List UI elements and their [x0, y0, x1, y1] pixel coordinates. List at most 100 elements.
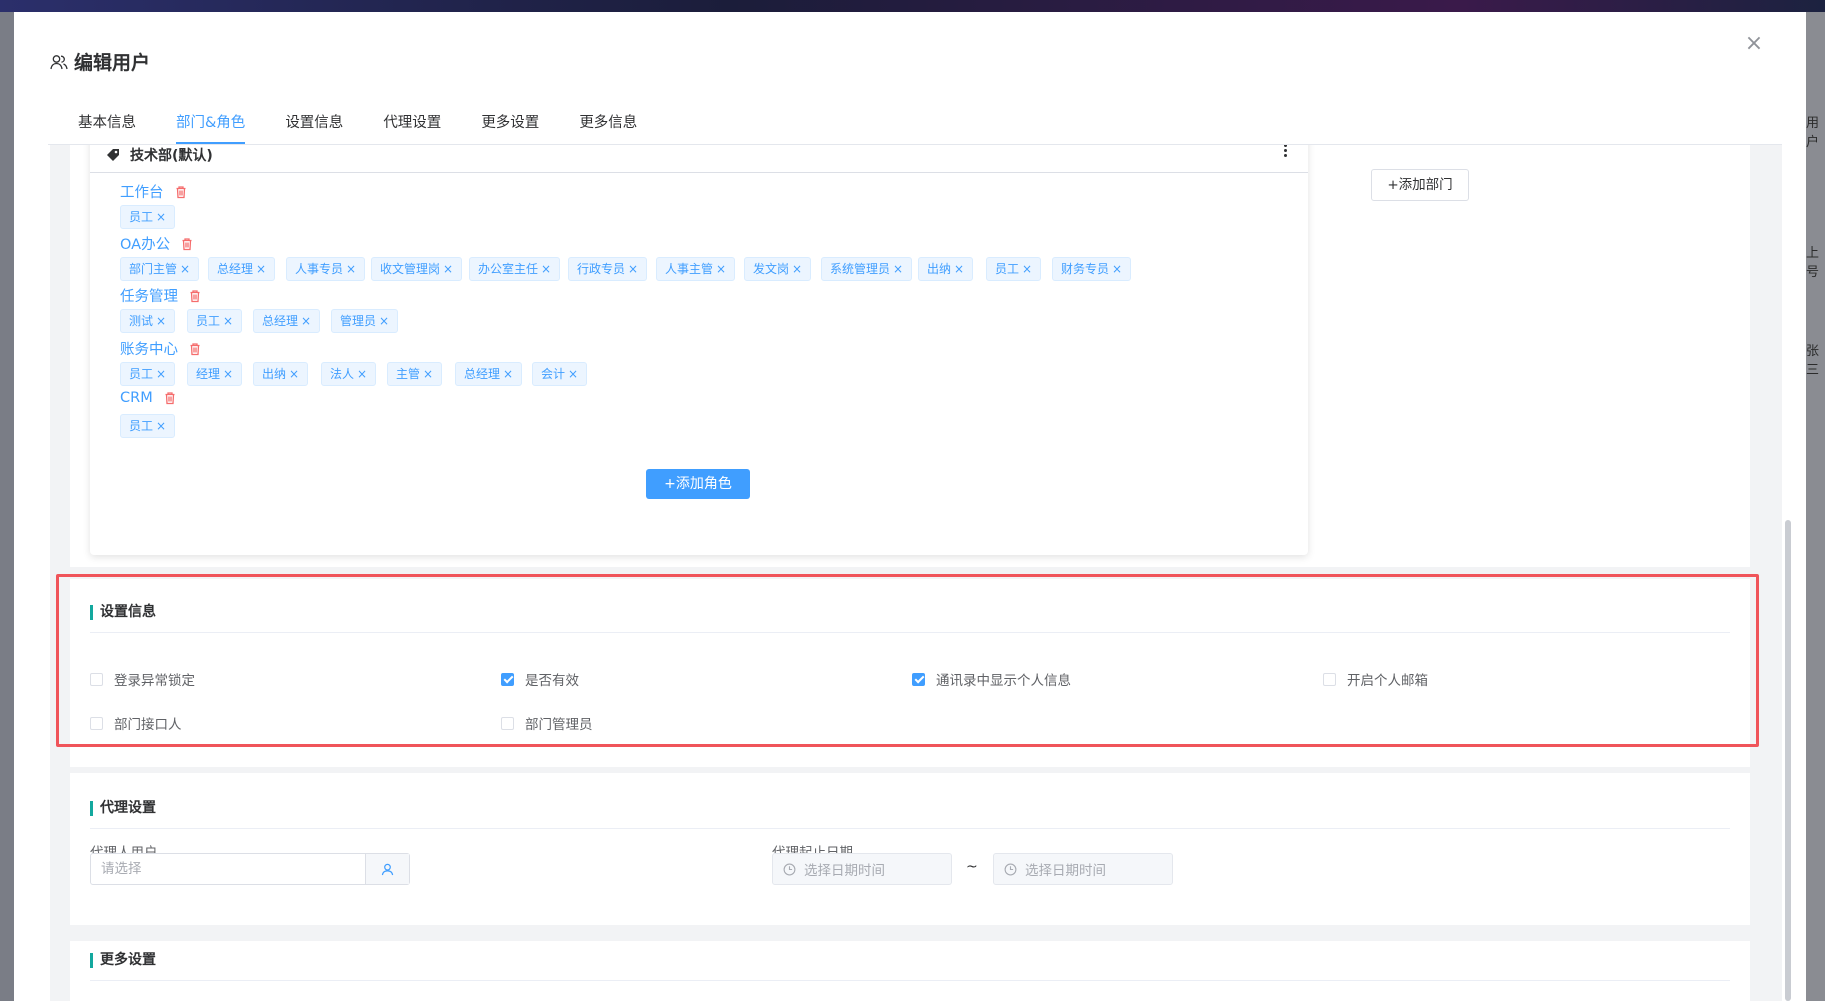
- remove-tag-icon[interactable]: ×: [301, 314, 311, 328]
- checkbox-unchecked[interactable]: [90, 716, 103, 730]
- app-name-label: CRM: [120, 390, 153, 406]
- app-name[interactable]: OA办公: [120, 233, 194, 254]
- scrollbar-thumb[interactable]: [1785, 520, 1791, 1001]
- checkbox-unchecked[interactable]: [1323, 672, 1336, 686]
- app-name-label: OA办公: [120, 237, 171, 253]
- trash-icon[interactable]: [163, 391, 177, 405]
- setting-checkbox[interactable]: 部门接口人: [90, 713, 182, 733]
- role-tag: 总经理 ×: [208, 257, 276, 281]
- role-tag: 收文管理岗 ×: [371, 257, 463, 281]
- app-name-label: 任务管理: [120, 289, 178, 305]
- remove-tag-icon[interactable]: ×: [541, 262, 551, 276]
- section-title-more: 更多设置: [90, 953, 156, 968]
- remove-tag-icon[interactable]: ×: [289, 367, 299, 381]
- add-department-button[interactable]: +添加部门: [1371, 169, 1469, 201]
- tag-icon: [107, 149, 119, 161]
- start-date-placeholder: 选择日期时间: [804, 863, 885, 879]
- tab-more-settings[interactable]: 更多设置: [461, 102, 559, 144]
- setting-checkbox[interactable]: 登录异常锁定: [90, 669, 195, 689]
- tab-settings[interactable]: 设置信息: [265, 102, 363, 144]
- dept-panel-header: 技术部(默认): [90, 145, 1308, 173]
- start-date-picker[interactable]: 选择日期时间: [772, 853, 952, 885]
- remove-tag-icon[interactable]: ×: [223, 367, 233, 381]
- remove-tag-icon[interactable]: ×: [443, 262, 453, 276]
- dept-role-card: 技术部(默认) 工作台 员工 × OA办公 部门主管 × 总经理 × 人事专员 × 收文管理岗 × 办公…: [70, 145, 1750, 567]
- role-tag: 办公室主任 ×: [469, 257, 561, 281]
- remove-tag-icon[interactable]: ×: [716, 262, 726, 276]
- remove-tag-icon[interactable]: ×: [893, 262, 903, 276]
- proxy-card: 代理设置 代理人用户 代理起止日期 选择日期时间: [70, 773, 1750, 925]
- trash-icon[interactable]: [188, 289, 202, 303]
- role-tag-label: 系统管理员: [830, 262, 891, 276]
- settings-card: 设置信息 登录异常锁定 是否有效 通讯录中显示个人信息 开启个人邮箱部门接口人 部门管理…: [70, 579, 1750, 767]
- more-vertical-icon[interactable]: [1280, 145, 1290, 163]
- app-name[interactable]: 工作台: [120, 181, 188, 202]
- trash-icon[interactable]: [180, 237, 194, 251]
- remove-tag-icon[interactable]: ×: [1112, 262, 1122, 276]
- remove-tag-icon[interactable]: ×: [423, 367, 433, 381]
- end-date-picker[interactable]: 选择日期时间: [993, 853, 1173, 885]
- role-tag-label: 总经理: [217, 262, 254, 276]
- remove-tag-icon[interactable]: ×: [379, 314, 389, 328]
- remove-tag-icon[interactable]: ×: [792, 262, 802, 276]
- tab-basic[interactable]: 基本信息: [48, 102, 156, 144]
- remove-tag-icon[interactable]: ×: [954, 262, 964, 276]
- user-picker-button[interactable]: [365, 854, 409, 884]
- remove-tag-icon[interactable]: ×: [156, 419, 166, 433]
- app-name[interactable]: 任务管理: [120, 285, 202, 306]
- checkbox-unchecked[interactable]: [501, 716, 514, 730]
- remove-tag-icon[interactable]: ×: [357, 367, 367, 381]
- role-tag-label: 行政专员: [577, 262, 626, 276]
- checkbox-checked[interactable]: [501, 672, 514, 686]
- role-tag-label: 管理员: [340, 314, 377, 328]
- setting-checkbox-label: 是否有效: [525, 673, 579, 689]
- proxy-user-select[interactable]: [90, 853, 410, 885]
- proxy-user-input[interactable]: [91, 854, 365, 884]
- section-divider: [90, 632, 1730, 633]
- remove-tag-icon[interactable]: ×: [503, 367, 513, 381]
- checkbox-unchecked[interactable]: [90, 672, 103, 686]
- background-page-left: [0, 12, 14, 1001]
- remove-tag-icon[interactable]: ×: [346, 262, 356, 276]
- role-tag: 财务专员 ×: [1052, 257, 1132, 281]
- close-icon[interactable]: ×: [1742, 32, 1766, 56]
- remove-tag-icon[interactable]: ×: [628, 262, 638, 276]
- tab-more-info[interactable]: 更多信息: [559, 102, 657, 144]
- tab-dept-role[interactable]: 部门&角色: [156, 102, 265, 144]
- role-tag: 员工 ×: [986, 257, 1042, 281]
- role-tag-label: 人事专员: [295, 262, 344, 276]
- role-tag: 行政专员 ×: [568, 257, 648, 281]
- remove-tag-icon[interactable]: ×: [256, 262, 266, 276]
- remove-tag-icon[interactable]: ×: [156, 367, 166, 381]
- remove-tag-icon[interactable]: ×: [568, 367, 578, 381]
- section-title-settings: 设置信息: [90, 605, 156, 620]
- setting-checkbox[interactable]: 开启个人邮箱: [1323, 669, 1428, 689]
- app-name-label: 工作台: [120, 185, 164, 201]
- setting-checkbox[interactable]: 通讯录中显示个人信息: [912, 669, 1071, 689]
- checkbox-checked[interactable]: [912, 672, 925, 686]
- remove-tag-icon[interactable]: ×: [180, 262, 190, 276]
- role-tag: 出纳 ×: [253, 362, 309, 386]
- trash-icon[interactable]: [188, 342, 202, 356]
- role-tag-label: 员工: [196, 314, 221, 328]
- role-tag: 总经理 ×: [455, 362, 523, 386]
- remove-tag-icon[interactable]: ×: [156, 210, 166, 224]
- role-tag-label: 员工: [129, 419, 154, 433]
- setting-checkbox[interactable]: 是否有效: [501, 669, 579, 689]
- role-tag: 员工 ×: [120, 362, 176, 386]
- trash-icon[interactable]: [174, 185, 188, 199]
- tab-proxy[interactable]: 代理设置: [363, 102, 461, 144]
- more-settings-card: 更多设置 描述: [70, 941, 1750, 1001]
- role-tag-label: 员工: [129, 367, 154, 381]
- remove-tag-icon[interactable]: ×: [223, 314, 233, 328]
- role-tag-label: 部门主管: [129, 262, 178, 276]
- dialog-title: 编辑用户: [50, 48, 150, 75]
- role-tag-label: 出纳: [262, 367, 287, 381]
- setting-checkbox[interactable]: 部门管理员: [501, 713, 593, 733]
- app-name[interactable]: 账务中心: [120, 338, 202, 359]
- app-name[interactable]: CRM: [120, 390, 177, 406]
- app-name-label: 账务中心: [120, 342, 178, 358]
- remove-tag-icon[interactable]: ×: [1022, 262, 1032, 276]
- remove-tag-icon[interactable]: ×: [156, 314, 166, 328]
- add-role-button[interactable]: +添加角色: [646, 469, 750, 499]
